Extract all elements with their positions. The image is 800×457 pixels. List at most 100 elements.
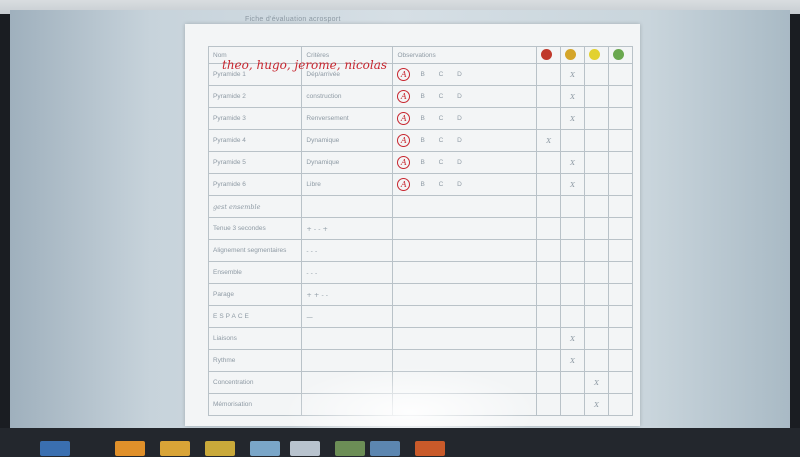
level-cell[interactable]	[584, 349, 610, 372]
level-cell[interactable]	[608, 393, 633, 416]
level-cell[interactable]: X	[584, 371, 610, 394]
level-cell[interactable]: X	[560, 151, 586, 174]
level-cell[interactable]	[584, 85, 610, 108]
row-name: Pyramide 3	[207, 107, 303, 130]
level-cell[interactable]	[584, 327, 610, 350]
level-cell[interactable]	[584, 217, 610, 240]
level-cell[interactable]	[536, 239, 562, 262]
level-cell[interactable]	[584, 107, 610, 130]
cross-mark: X	[570, 158, 575, 167]
observation-letters: B C D	[420, 71, 468, 78]
level-cell[interactable]	[608, 283, 633, 306]
level-cell[interactable]	[560, 239, 586, 262]
level-cell[interactable]: X	[560, 173, 586, 196]
level-cell[interactable]	[536, 261, 562, 284]
row-criteria: - - -	[301, 261, 394, 284]
level-cell[interactable]: X	[584, 393, 610, 416]
level-cell[interactable]	[608, 261, 633, 284]
level-cell[interactable]	[536, 195, 562, 218]
level-cell[interactable]	[536, 393, 562, 416]
row-name: Rythme	[207, 349, 303, 372]
header-observations: Observations	[392, 46, 538, 64]
level-cell[interactable]: X	[560, 107, 586, 130]
level-cell[interactable]	[584, 283, 610, 306]
level-cell[interactable]	[536, 151, 562, 174]
level-cell[interactable]	[560, 261, 586, 284]
monitor-screen: Fiche d'évaluation acrosport Nom Critère…	[10, 10, 790, 428]
taskbar-app-button[interactable]	[40, 441, 70, 456]
level-cell[interactable]	[584, 63, 610, 86]
level-cell[interactable]	[608, 63, 633, 86]
row-observations	[392, 217, 538, 240]
taskbar-app-button[interactable]	[415, 441, 445, 456]
row-observations: A B C D	[392, 63, 538, 86]
level-cell[interactable]	[536, 305, 562, 328]
level-cell[interactable]	[560, 217, 586, 240]
level-cell[interactable]	[584, 305, 610, 328]
level-cell[interactable]	[560, 371, 586, 394]
level-cell[interactable]	[584, 129, 610, 152]
taskbar-app-button[interactable]	[160, 441, 190, 456]
level-cell[interactable]	[584, 261, 610, 284]
row-name: Pyramide 5	[207, 151, 303, 174]
level-cell[interactable]	[536, 327, 562, 350]
level-cell[interactable]	[536, 173, 562, 196]
level-cell[interactable]	[536, 85, 562, 108]
level-cell[interactable]	[560, 305, 586, 328]
row-criteria: Dynamique	[301, 129, 394, 152]
level-cell[interactable]	[608, 371, 633, 394]
level-cell[interactable]	[608, 349, 633, 372]
level-cell[interactable]	[608, 85, 633, 108]
table-row: Rythme X	[207, 349, 633, 372]
taskbar-app-button[interactable]	[250, 441, 280, 456]
level-cell[interactable]	[560, 195, 586, 218]
observation-letters: B C D	[420, 181, 468, 188]
circled-choice: A	[397, 156, 411, 169]
level-cell[interactable]	[608, 173, 633, 196]
level-cell[interactable]	[608, 305, 633, 328]
level-cell[interactable]	[536, 217, 562, 240]
taskbar-app-button[interactable]	[115, 441, 145, 456]
taskbar-app-button[interactable]	[290, 441, 320, 456]
level-cell[interactable]: X	[560, 85, 586, 108]
level-cell[interactable]	[608, 107, 633, 130]
row-observations	[392, 239, 538, 262]
level-cell[interactable]	[536, 107, 562, 130]
observation-letters: B C D	[420, 159, 468, 166]
taskbar-app-button[interactable]	[205, 441, 235, 456]
table-row: ESPACE —	[207, 305, 633, 328]
level-cell[interactable]	[608, 239, 633, 262]
level-cell[interactable]: X	[560, 349, 586, 372]
document-page[interactable]: Nom Critères Observations Pyramide 1 Dép/…	[185, 24, 640, 426]
cross-mark: X	[546, 136, 551, 145]
level-green-dot	[608, 46, 633, 64]
level-cell[interactable]	[560, 393, 586, 416]
taskbar-app-button[interactable]	[335, 441, 365, 456]
level-cell[interactable]	[560, 283, 586, 306]
taskbar-app-button[interactable]	[370, 441, 400, 456]
row-criteria: - - -	[301, 239, 394, 262]
level-cell[interactable]: X	[560, 63, 586, 86]
level-cell[interactable]	[584, 239, 610, 262]
row-criteria	[301, 371, 394, 394]
row-name: ESPACE	[207, 305, 303, 328]
level-cell[interactable]	[608, 217, 633, 240]
level-cell[interactable]	[536, 349, 562, 372]
row-name: Liaisons	[207, 327, 303, 350]
level-cell[interactable]	[584, 195, 610, 218]
row-criteria: Renversement	[301, 107, 394, 130]
level-cell[interactable]	[608, 151, 633, 174]
cross-mark: X	[570, 356, 575, 365]
level-cell[interactable]	[536, 63, 562, 86]
level-cell[interactable]: X	[536, 129, 562, 152]
level-cell[interactable]	[536, 283, 562, 306]
level-cell[interactable]	[608, 129, 633, 152]
level-cell[interactable]	[536, 371, 562, 394]
level-cell[interactable]	[584, 151, 610, 174]
observation-letters: B C D	[420, 137, 468, 144]
level-cell[interactable]: X	[560, 327, 586, 350]
level-cell[interactable]	[608, 327, 633, 350]
level-cell[interactable]	[584, 173, 610, 196]
level-cell[interactable]	[608, 195, 633, 218]
level-cell[interactable]	[560, 129, 586, 152]
